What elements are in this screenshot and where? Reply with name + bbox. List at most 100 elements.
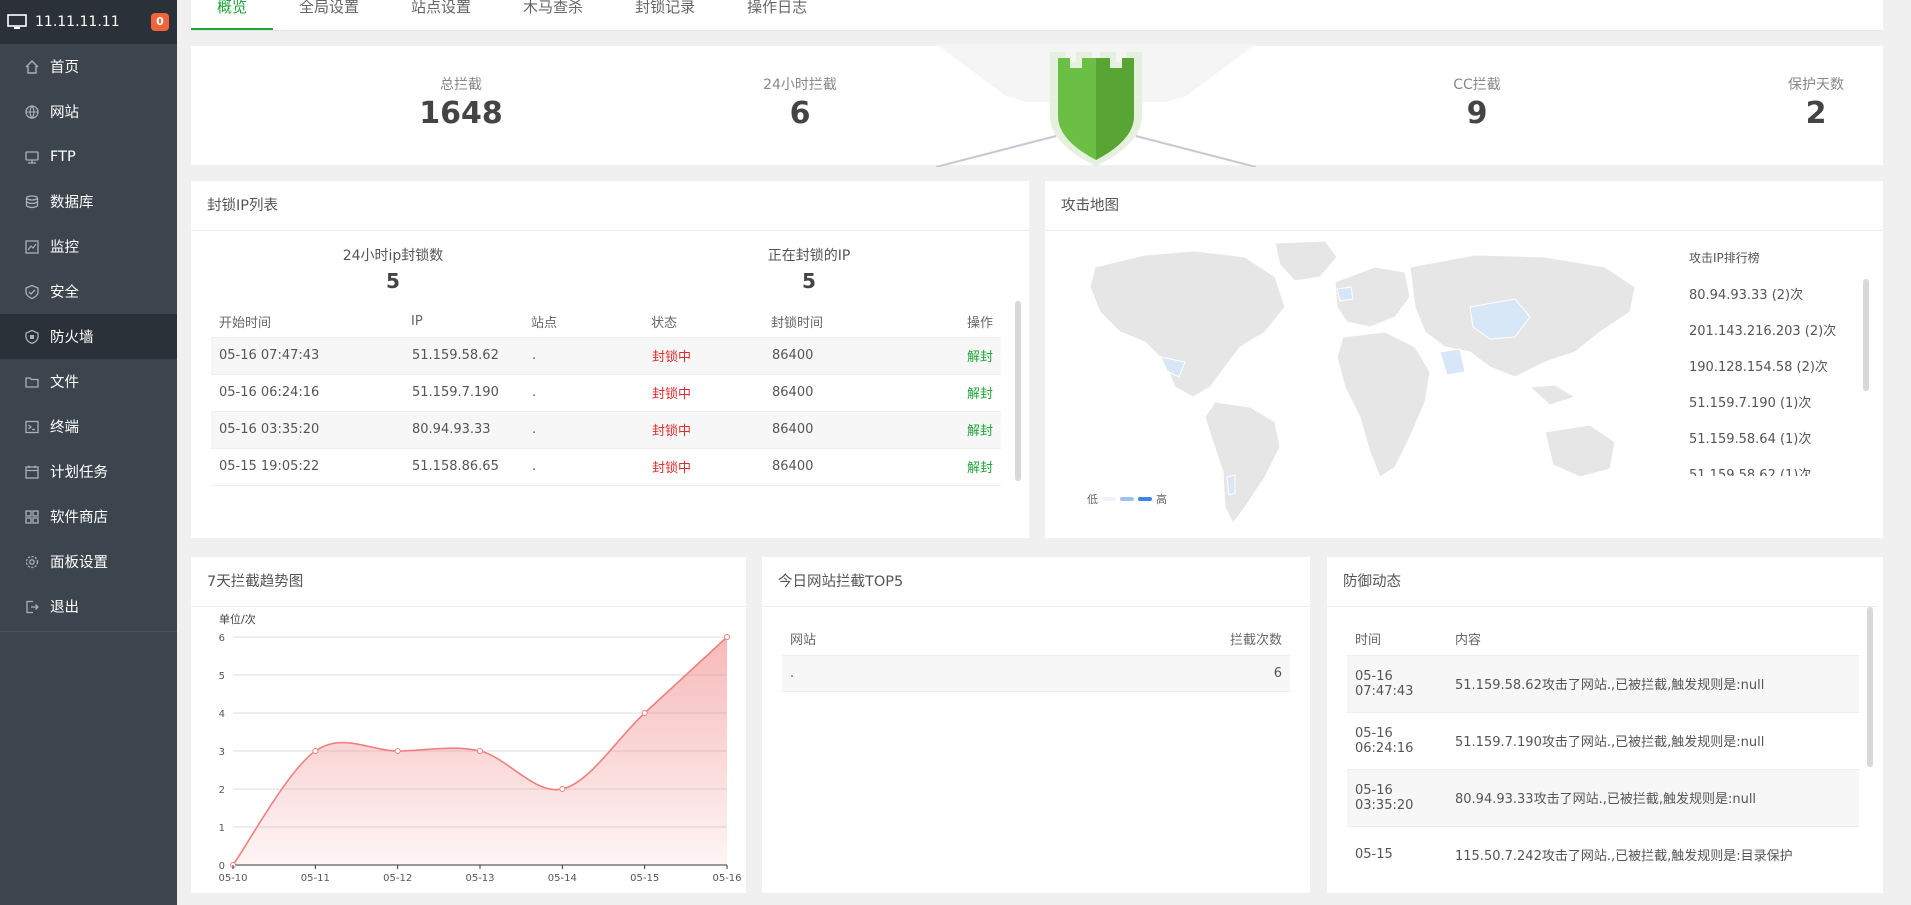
defense-time: 05-15 <box>1347 826 1447 863</box>
defense-col-time: 时间 <box>1347 623 1447 656</box>
stat-cc-value: 9 <box>1466 96 1488 131</box>
defense-date: 05-16 <box>1355 725 1393 741</box>
data-point <box>312 748 319 754</box>
x-tick-label: 05-12 <box>383 873 412 884</box>
defense-clock: 07:47:43 <box>1355 683 1414 699</box>
table-row: 05-16 03:35:20 80.94.93.33. 封锁中 86400 解封 <box>211 411 1001 449</box>
unblock-button[interactable]: 解封 <box>961 448 1001 486</box>
table-row: .6 <box>782 655 1290 692</box>
defense-panel: 防御动态 时间 内容 05-16 07:47:43 51.159.58.62攻击了网… <box>1327 557 1883 893</box>
sidebar-item-label: 监控 <box>50 240 79 256</box>
tab-2[interactable]: 站点设置 <box>385 0 497 30</box>
sidebar-item-label: FTP <box>50 148 76 165</box>
blocked-col-5: 操作 <box>961 307 1001 338</box>
sidebar-item-home[interactable]: 首页 <box>0 44 177 89</box>
rank-scrollbar[interactable] <box>1863 279 1869 391</box>
blocked-cell: 封锁中 <box>651 374 771 412</box>
tab-5[interactable]: 操作日志 <box>721 0 833 30</box>
blocked-col-0: 开始时间 <box>211 307 411 338</box>
blocking-now-summary: 正在封锁的IP 5 <box>709 245 909 293</box>
sidebar-item-grid[interactable]: 软件商店 <box>0 494 177 539</box>
top5-col-count: 拦截次数 <box>967 623 1290 656</box>
sidebar-item-logout[interactable]: 退出 <box>0 584 177 629</box>
table-row: 05-16 07:47:43 51.159.58.62. 封锁中 86400 解封 <box>211 337 1001 375</box>
tab-0[interactable]: 概览 <box>191 0 274 30</box>
sidebar-item-folder[interactable]: 文件 <box>0 359 177 404</box>
sidebar-item-shield-check[interactable]: 安全 <box>0 269 177 314</box>
top5-cell: . <box>782 655 968 692</box>
monitor-icon <box>7 14 27 29</box>
table-row: 05-16 06:24:16 51.159.7.190攻击了网站.,已被拦截,触发规… <box>1347 712 1859 770</box>
tab-1[interactable]: 全局设置 <box>273 0 385 30</box>
unblock-button[interactable]: 解封 <box>961 374 1001 412</box>
defense-date: 05-16 <box>1355 782 1393 798</box>
table-row: 05-15 115.50.7.242攻击了网站.,已被拦截,触发规则是:目录保护 <box>1347 826 1859 863</box>
defense-col-content: 内容 <box>1447 623 1859 656</box>
sidebar-menu: 首页网站 FTP 数据库监控安全防火墙 文件终端计划任务 软件商店 面板设置 退出 <box>0 44 177 629</box>
shield-check-icon <box>24 284 40 300</box>
stat-24h: 24小时拦截 6 <box>710 74 890 131</box>
data-point <box>559 786 566 792</box>
trend-panel: 7天拦截趋势图 单位/次 0 1 2 3 4 5 6 05-10 05-11 05-12 05-13 0… <box>191 557 746 893</box>
blocked-cell: 86400 <box>771 337 961 375</box>
sidebar-item-database[interactable]: 数据库 <box>0 179 177 224</box>
unblock-button[interactable]: 解封 <box>961 411 1001 449</box>
sidebar-item-label: 安全 <box>50 285 79 301</box>
sidebar-footer <box>0 631 177 905</box>
world-map[interactable] <box>1075 237 1655 527</box>
table-row: 05-15 19:05:22 51.158.86.65. 封锁中 86400 解封 <box>211 448 1001 486</box>
x-tick-label: 05-13 <box>465 873 494 884</box>
blocked-cell: 05-16 03:35:20 <box>211 411 411 449</box>
stat-days-label: 保护天数 <box>1788 77 1844 93</box>
globe-icon <box>24 104 40 120</box>
blocked-cell: 封锁中 <box>651 411 771 449</box>
y-tick-label: 5 <box>219 671 225 682</box>
top5-cell: 6 <box>967 655 1290 692</box>
server-header[interactable]: 11.11.11.11 0 <box>0 0 177 44</box>
list-item: 51.159.58.64 (1)次 <box>1689 432 1812 447</box>
sidebar-item-label: 终端 <box>50 420 79 436</box>
x-tick-label: 05-16 <box>712 873 741 884</box>
defense-content: 80.94.93.33攻击了网站.,已被拦截,触发规则是:null <box>1447 769 1859 827</box>
attack-rank-list: 80.94.93.33 (2)次 201.143.216.203 (2)次 190.… <box>1689 278 1836 476</box>
tab-3[interactable]: 木马查杀 <box>497 0 609 30</box>
blocked-cell: 51.159.7.190 <box>411 374 531 412</box>
sidebar-item-gear[interactable]: 面板设置 <box>0 539 177 584</box>
blocked-ip-scrollbar[interactable] <box>1015 301 1021 481</box>
shield-emblem-icon <box>936 44 1256 167</box>
defense-time: 05-16 06:24:16 <box>1347 712 1447 770</box>
sidebar-item-calendar[interactable]: 计划任务 <box>0 449 177 494</box>
blocked-cell: 05-16 07:47:43 <box>211 337 411 375</box>
sidebar-item-firewall[interactable]: 防火墙 <box>0 314 177 359</box>
tab-4[interactable]: 封锁记录 <box>609 0 721 30</box>
logout-icon <box>24 599 40 615</box>
list-item: 190.128.154.58 (2)次 <box>1689 360 1828 375</box>
home-icon <box>24 59 40 75</box>
stat-24h-value: 6 <box>789 96 811 131</box>
sidebar-item-terminal[interactable]: 终端 <box>0 404 177 449</box>
notification-badge[interactable]: 0 <box>151 13 169 31</box>
sidebar-item-monitor-chart[interactable]: 监控 <box>0 224 177 269</box>
blocked-col-1: IP <box>411 307 531 338</box>
sidebar-item-globe[interactable]: 网站 <box>0 89 177 134</box>
blocked-cell: 封锁中 <box>651 337 771 375</box>
defense-date: 05-16 <box>1355 668 1393 684</box>
defense-time: 05-16 07:47:43 <box>1347 655 1447 713</box>
y-tick-label: 2 <box>219 785 225 796</box>
blocked-cell: . <box>531 448 651 486</box>
blocked-col-3: 状态 <box>651 307 771 338</box>
sidebar-item-label: 网站 <box>50 105 79 121</box>
legend-swatch <box>1120 497 1134 501</box>
blocked-cell: 80.94.93.33 <box>411 411 531 449</box>
defense-scrollbar[interactable] <box>1867 607 1873 767</box>
defense-clock: 06:24:16 <box>1355 740 1414 756</box>
trend-chart: 单位/次 0 1 2 3 4 5 6 05-10 05-11 05-12 05-13 05-14 05-1… <box>218 612 741 884</box>
defense-title: 防御动态 <box>1327 557 1877 607</box>
stat-days-value: 2 <box>1805 96 1827 131</box>
sidebar-item-label: 首页 <box>50 60 79 76</box>
defense-time: 05-16 03:35:20 <box>1347 769 1447 827</box>
unblock-button[interactable]: 解封 <box>961 337 1001 375</box>
blocked-cell: . <box>531 374 651 412</box>
stat-total-label: 总拦截 <box>440 77 482 93</box>
sidebar-item-ftp[interactable]: FTP <box>0 134 177 179</box>
